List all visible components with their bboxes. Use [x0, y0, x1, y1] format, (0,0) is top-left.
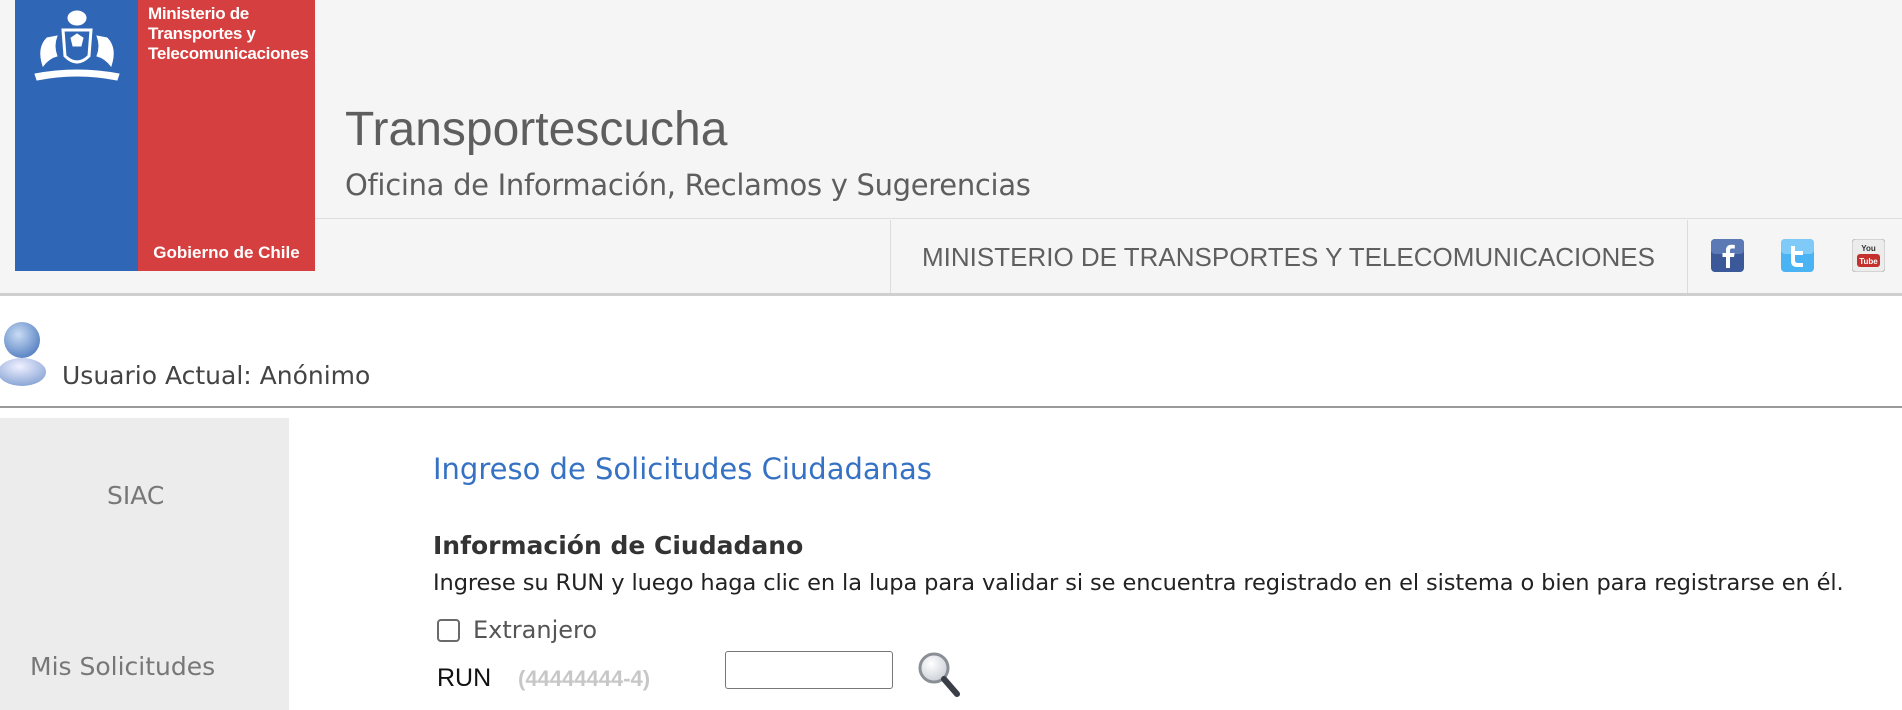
- logo-blue-panel: [15, 0, 138, 271]
- foreign-checkbox-label[interactable]: Extranjero: [473, 616, 597, 644]
- run-format-hint: (44444444-4): [518, 666, 651, 691]
- foreign-checkbox[interactable]: [437, 619, 460, 642]
- twitter-button[interactable]: [1781, 239, 1814, 272]
- page-title: Ingreso de Solicitudes Ciudadanas: [433, 452, 932, 486]
- youtube-icon: You Tube: [1852, 239, 1885, 272]
- nav-divider: [890, 220, 891, 293]
- user-bar-rule: [0, 406, 1902, 408]
- logo-ministry-text: Ministerio de Transportes y Telecomunica…: [148, 4, 309, 63]
- government-logo[interactable]: Ministerio de Transportes y Telecomunica…: [15, 0, 315, 271]
- ministry-link[interactable]: MINISTERIO DE TRANSPORTES Y TELECOMUNICA…: [922, 242, 1655, 273]
- header-bottom-rule: [0, 293, 1902, 296]
- nav-bar-top-rule: [315, 218, 1902, 219]
- logo-red-panel: Ministerio de Transportes y Telecomunica…: [138, 0, 315, 271]
- svg-text:Tube: Tube: [1859, 257, 1878, 266]
- site-subtitle: Oficina de Información, Reclamos y Suger…: [345, 168, 1031, 202]
- youtube-button[interactable]: You Tube: [1852, 239, 1885, 272]
- section-title: Información de Ciudadano: [433, 531, 804, 560]
- twitter-icon: [1781, 239, 1814, 272]
- site-header: Ministerio de Transportes y Telecomunica…: [0, 0, 1902, 296]
- svg-text:You: You: [1861, 244, 1876, 253]
- facebook-button[interactable]: [1711, 239, 1744, 272]
- run-label: RUN: [437, 664, 492, 692]
- sidebar: SIAC Mis Solicitudes: [0, 418, 289, 710]
- user-avatar-icon: [0, 320, 50, 390]
- sidebar-item-mis-solicitudes[interactable]: Mis Solicitudes: [30, 652, 215, 681]
- nav-divider: [1687, 220, 1688, 293]
- magnifier-icon: [918, 652, 960, 697]
- instructions-text: Ingrese su RUN y luego haga clic en la l…: [433, 570, 1844, 596]
- coat-of-arms-icon: [34, 10, 120, 81]
- logo-government-text: Gobierno de Chile: [153, 243, 300, 262]
- site-title: Transportescucha: [345, 103, 728, 156]
- current-user-label: Usuario Actual: Anónimo: [62, 361, 371, 390]
- validate-run-button[interactable]: [916, 648, 962, 698]
- sidebar-item-siac[interactable]: SIAC: [107, 481, 164, 510]
- run-input[interactable]: [725, 651, 893, 689]
- facebook-icon: [1711, 239, 1744, 272]
